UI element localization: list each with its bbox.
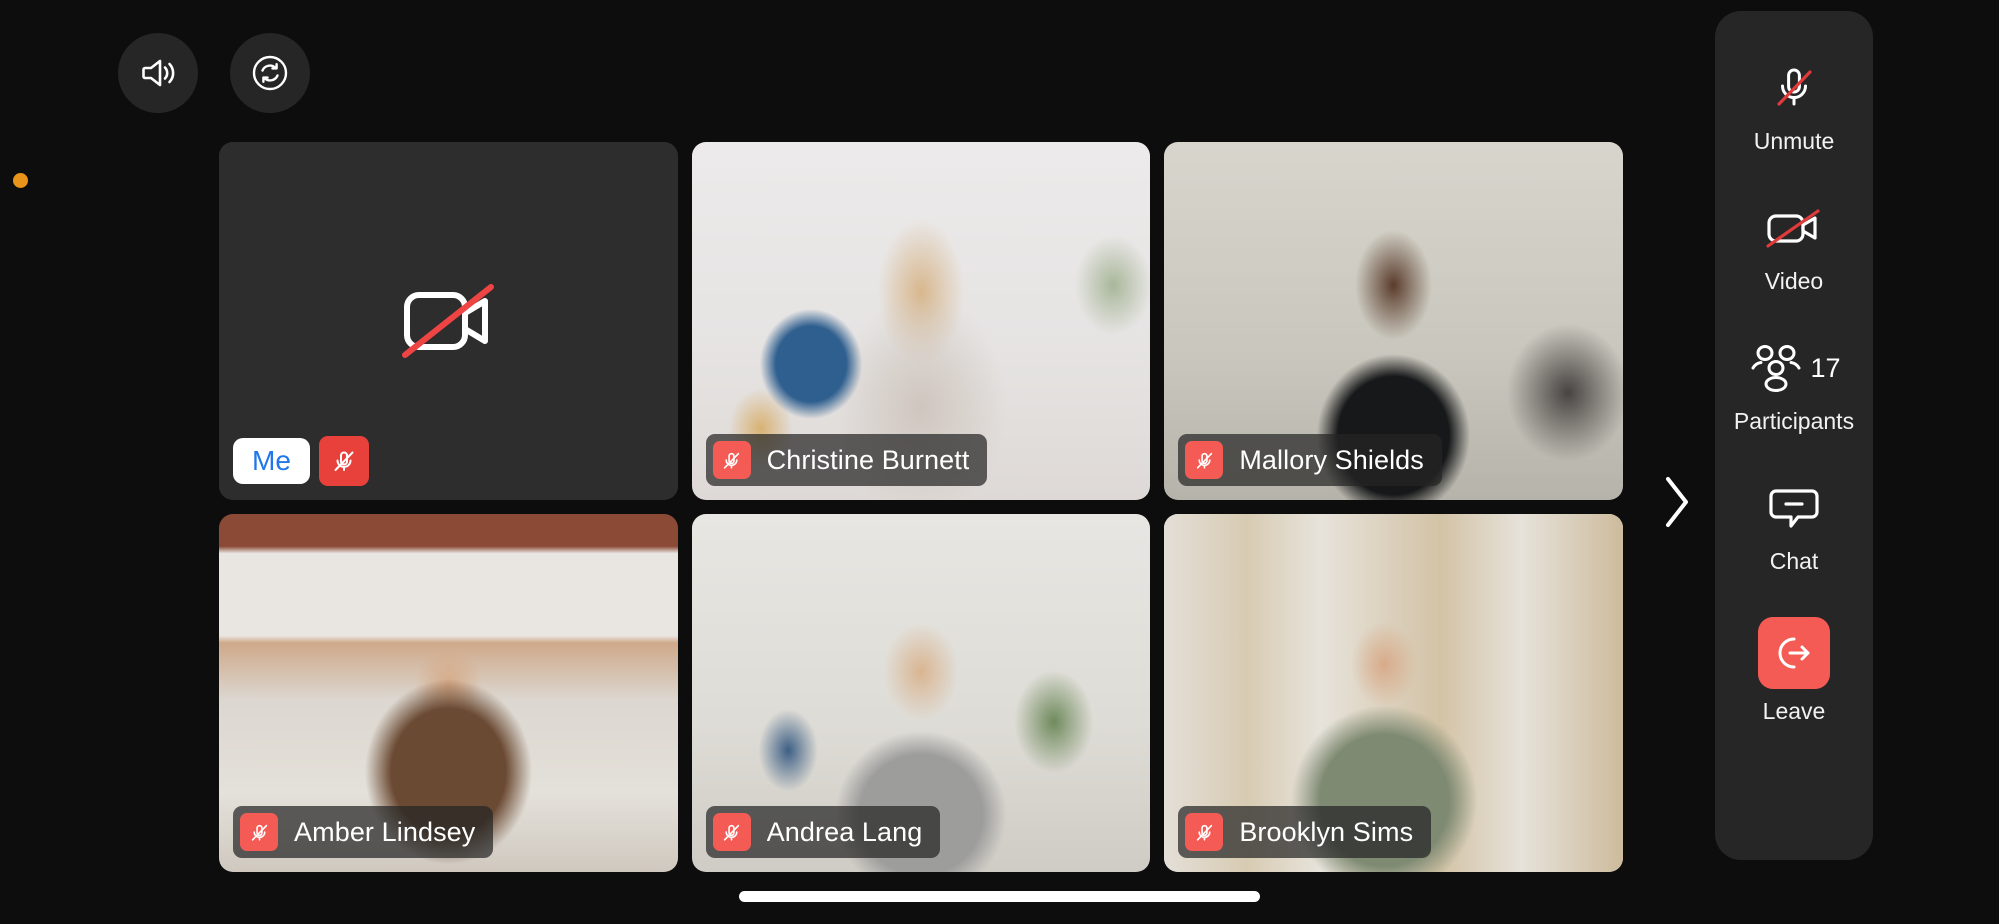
participant-name: Brooklyn Sims (1239, 816, 1414, 847)
video-tile-brooklyn-sims[interactable]: Brooklyn Sims (1164, 514, 1623, 872)
nameplate: Andrea Lang (705, 806, 941, 858)
video-call-screen: Me Christine Burnett Mallory Shields Amb… (0, 0, 1999, 924)
video-tile-andrea-lang[interactable]: Andrea Lang (691, 514, 1151, 872)
participants-count: 17 (1810, 352, 1841, 383)
speaker-button[interactable] (118, 33, 198, 113)
flip-camera-icon (247, 50, 293, 96)
participant-grid: Me Christine Burnett Mallory Shields Amb… (219, 142, 1623, 872)
sidebar-item-label: Participants (1733, 408, 1855, 434)
home-indicator (739, 891, 1260, 902)
sidebar-item-label: Unmute (1753, 128, 1835, 154)
sidebar-item-label: Video (1764, 268, 1824, 294)
leave-icon (1758, 617, 1830, 689)
mic-muted-icon (1185, 813, 1224, 851)
nameplate: Mallory Shields (1178, 434, 1442, 486)
nameplate: Amber Lindsey (233, 806, 494, 858)
nameplate: Christine Burnett (705, 434, 988, 486)
mic-muted-icon (1185, 441, 1224, 479)
video-off-icon (383, 256, 513, 386)
video-tile-amber-lindsey[interactable]: Amber Lindsey (219, 514, 678, 872)
sidebar-item-label: Chat (1769, 548, 1819, 574)
recording-dot-icon (13, 173, 28, 188)
chat-icon (1765, 477, 1823, 539)
nameplate: Brooklyn Sims (1178, 806, 1432, 858)
video-off-icon (1760, 197, 1828, 259)
speaker-icon (136, 51, 180, 95)
sidebar-item-leave[interactable]: Leave (1715, 617, 1873, 725)
sidebar-item-label: Leave (1762, 698, 1826, 724)
self-nameplate: Me (233, 436, 369, 486)
sidebar-item-participants[interactable]: 17 Participants (1715, 337, 1873, 435)
sidebar-item-video[interactable]: Video (1715, 197, 1873, 295)
mic-muted-icon (1765, 57, 1823, 119)
flip-camera-button[interactable] (230, 33, 310, 113)
mic-muted-icon (712, 441, 751, 479)
participant-name: Mallory Shields (1239, 444, 1424, 475)
participant-name: Amber Lindsey (294, 816, 476, 847)
mic-muted-icon (712, 813, 751, 851)
video-tile-mallory-shields[interactable]: Mallory Shields (1164, 142, 1623, 500)
chevron-right-icon (1661, 474, 1691, 535)
video-tile-self[interactable]: Me (219, 142, 678, 500)
top-controls (118, 33, 310, 113)
participant-name: Christine Burnett (766, 444, 970, 475)
sidebar-item-chat[interactable]: Chat (1715, 477, 1873, 575)
sidebar-item-unmute[interactable]: Unmute (1715, 57, 1873, 155)
video-tile-christine-burnett[interactable]: Christine Burnett (691, 142, 1151, 500)
self-label: Me (233, 437, 310, 485)
participant-name: Andrea Lang (766, 816, 923, 847)
mic-muted-icon (318, 436, 369, 486)
participants-icon: 17 (1747, 337, 1841, 399)
call-controls-sidebar: Unmute Video 17 Participants Chat Leave (1715, 11, 1873, 860)
mic-muted-icon (240, 813, 278, 851)
next-page-button[interactable] (1653, 473, 1699, 535)
